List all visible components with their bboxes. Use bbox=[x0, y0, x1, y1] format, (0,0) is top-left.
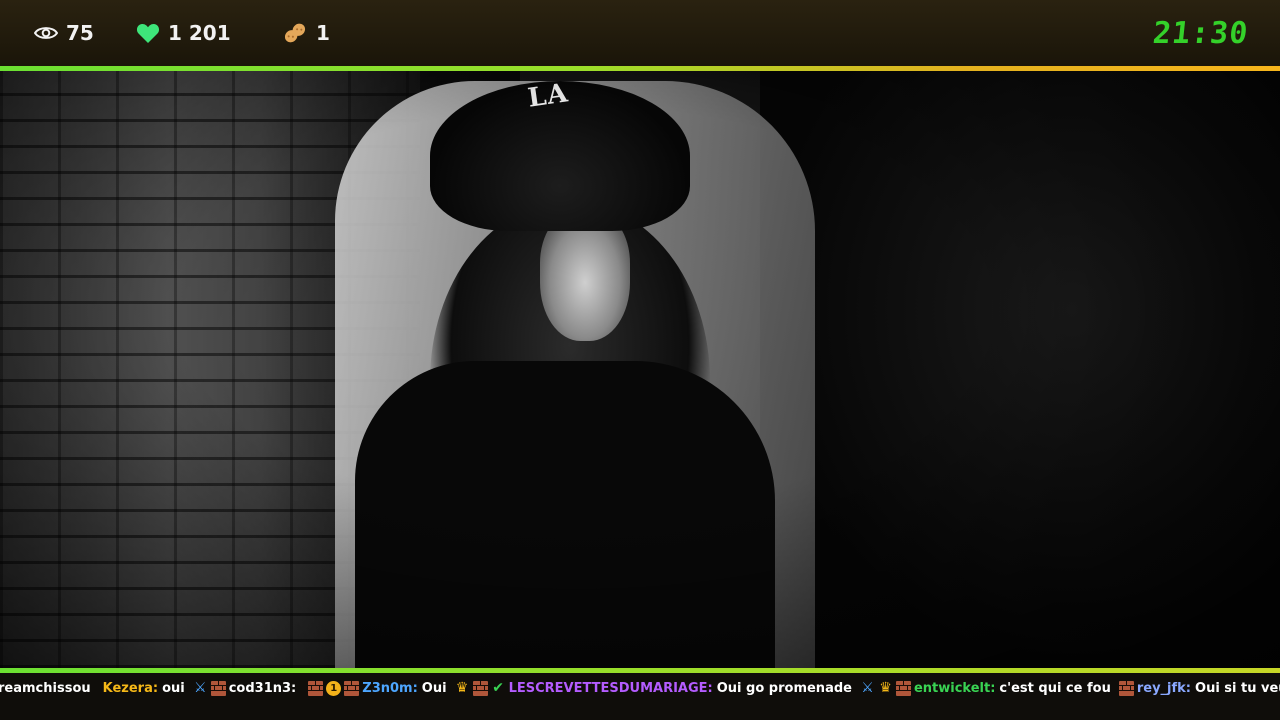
check-badge-icon: ✔ bbox=[492, 679, 504, 696]
chat-username: cod31n3: bbox=[228, 680, 297, 696]
stream-clock: 21:30 bbox=[1150, 15, 1250, 51]
sub-count: 1 bbox=[282, 0, 330, 66]
webcam-video: LA bbox=[0, 71, 1280, 668]
chat-message: Kezera: oui bbox=[103, 681, 185, 696]
chat-ticker: reamchissou Kezera: oui ⚔ cod31n3: 1 Z3n0m: Oui… bbox=[0, 673, 1280, 720]
chat-username: Z3n0m: bbox=[362, 680, 418, 696]
sword-badge-icon: ⚔ bbox=[861, 679, 874, 696]
chat-message: ♛ ✔ LESCREVETTESDUMARIAGE: Oui go promenade bbox=[455, 679, 852, 696]
chat-username: reamchissou bbox=[0, 680, 91, 696]
viewer-count-value: 75 bbox=[66, 21, 94, 45]
brick-badge-icon bbox=[472, 680, 488, 696]
sword-badge-icon: ⚔ bbox=[193, 679, 207, 696]
brick-badge-icon bbox=[344, 680, 360, 696]
heart-icon bbox=[136, 22, 160, 44]
peanut-icon bbox=[282, 21, 308, 45]
sub-count-value: 1 bbox=[316, 21, 330, 45]
chat-username: rey_jfk: bbox=[1136, 680, 1192, 696]
one-badge-icon: 1 bbox=[326, 680, 342, 696]
chat-username: LESCREVETTESDUMARIAGE: bbox=[508, 680, 713, 696]
stream-overlay-topbar: 75 1 201 1 21:30 bbox=[0, 0, 1280, 66]
chat-ticker-track: reamchissou Kezera: oui ⚔ cod31n3: 1 Z3n0m: Oui… bbox=[0, 673, 1280, 703]
eye-icon bbox=[34, 25, 58, 41]
crown-badge-icon: ♛ bbox=[455, 679, 469, 696]
viewer-count: 75 bbox=[34, 0, 94, 66]
chat-message: ⚔ cod31n3: bbox=[193, 679, 301, 696]
chat-username: Kezera: bbox=[102, 680, 159, 696]
brick-badge-icon bbox=[1118, 680, 1134, 696]
brick-badge-icon bbox=[895, 680, 911, 696]
chat-message: 1 Z3n0m: Oui bbox=[308, 680, 447, 696]
crown-badge-icon: ♛ bbox=[879, 679, 892, 696]
video-vignette bbox=[0, 71, 1280, 668]
brick-badge-icon bbox=[210, 680, 226, 696]
follower-count: 1 201 bbox=[136, 0, 231, 66]
chat-message: ⚔ ♛ entwickelt: c'est qui ce fou bbox=[860, 679, 1111, 696]
brick-badge-icon bbox=[308, 680, 324, 696]
chat-message-text: Oui bbox=[421, 680, 447, 696]
chat-message: rey_jfk:Oui si tu veux. bbox=[1118, 680, 1280, 696]
chat-message-text: c'est qui ce fou bbox=[999, 680, 1111, 696]
chat-username: entwickelt: bbox=[913, 680, 996, 696]
chat-message-text: Oui go promenade bbox=[716, 680, 852, 696]
follower-count-value: 1 201 bbox=[168, 21, 231, 45]
chat-message-text: oui bbox=[162, 680, 185, 696]
chat-message: reamchissou bbox=[0, 681, 95, 696]
chat-message-text: Oui si tu veux. bbox=[1195, 680, 1280, 696]
